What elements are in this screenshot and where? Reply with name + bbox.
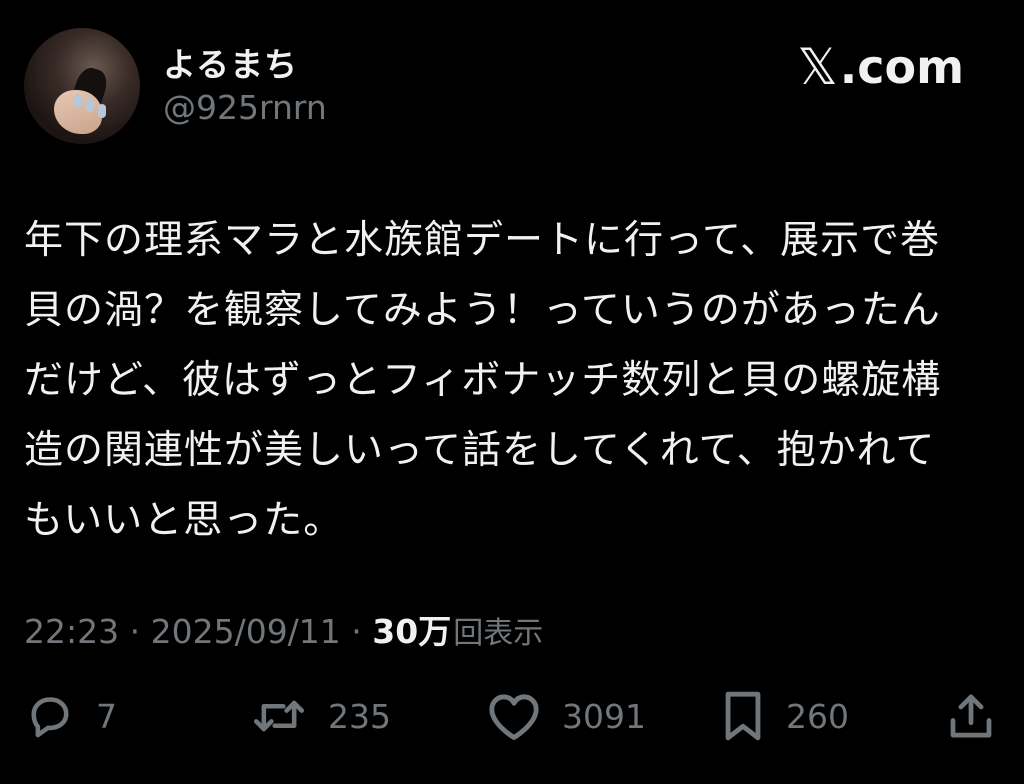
avatar-nail — [98, 104, 106, 118]
bookmark-count: 260 — [786, 696, 849, 736]
repost-icon — [250, 690, 308, 742]
tweet-time[interactable]: 22:23 — [24, 612, 119, 651]
views-count: 30万 — [372, 612, 452, 651]
meta-separator: · — [119, 612, 151, 651]
site-logo: 𝕏 .com — [797, 38, 964, 96]
bookmark-icon — [720, 688, 766, 744]
x-logo-icon: 𝕏 — [797, 38, 838, 96]
reply-count: 7 — [96, 696, 117, 736]
display-name[interactable]: よるまち — [163, 38, 298, 86]
like-button[interactable]: 3091 — [486, 686, 646, 746]
action-bar: 7 235 3091 260 — [0, 686, 1024, 746]
tweet-meta: 22:23 · 2025/09/11 · 30万 回表示 — [24, 605, 543, 653]
repost-count: 235 — [328, 696, 391, 736]
share-button[interactable] — [944, 686, 998, 746]
like-count: 3091 — [562, 696, 646, 736]
meta-separator: · — [340, 612, 373, 651]
views-label: 回表示 — [453, 616, 544, 651]
user-handle[interactable]: @925rnrn — [163, 88, 327, 127]
site-logo-text: .com — [839, 40, 964, 94]
heart-icon — [486, 690, 542, 742]
avatar-nail — [74, 94, 82, 108]
tweet-date[interactable]: 2025/09/11 — [151, 612, 341, 651]
avatar-nail — [86, 98, 94, 112]
reply-icon — [24, 690, 76, 742]
share-icon — [944, 689, 998, 743]
avatar[interactable] — [24, 28, 140, 144]
tweet-text: 年下の理系マラと水族館デートに行って、展示で巻 貝の渦？を観察してみよう！ってい… — [24, 218, 942, 543]
bookmark-button[interactable]: 260 — [720, 686, 849, 746]
reply-button[interactable]: 7 — [24, 686, 117, 746]
repost-button[interactable]: 235 — [250, 686, 391, 746]
